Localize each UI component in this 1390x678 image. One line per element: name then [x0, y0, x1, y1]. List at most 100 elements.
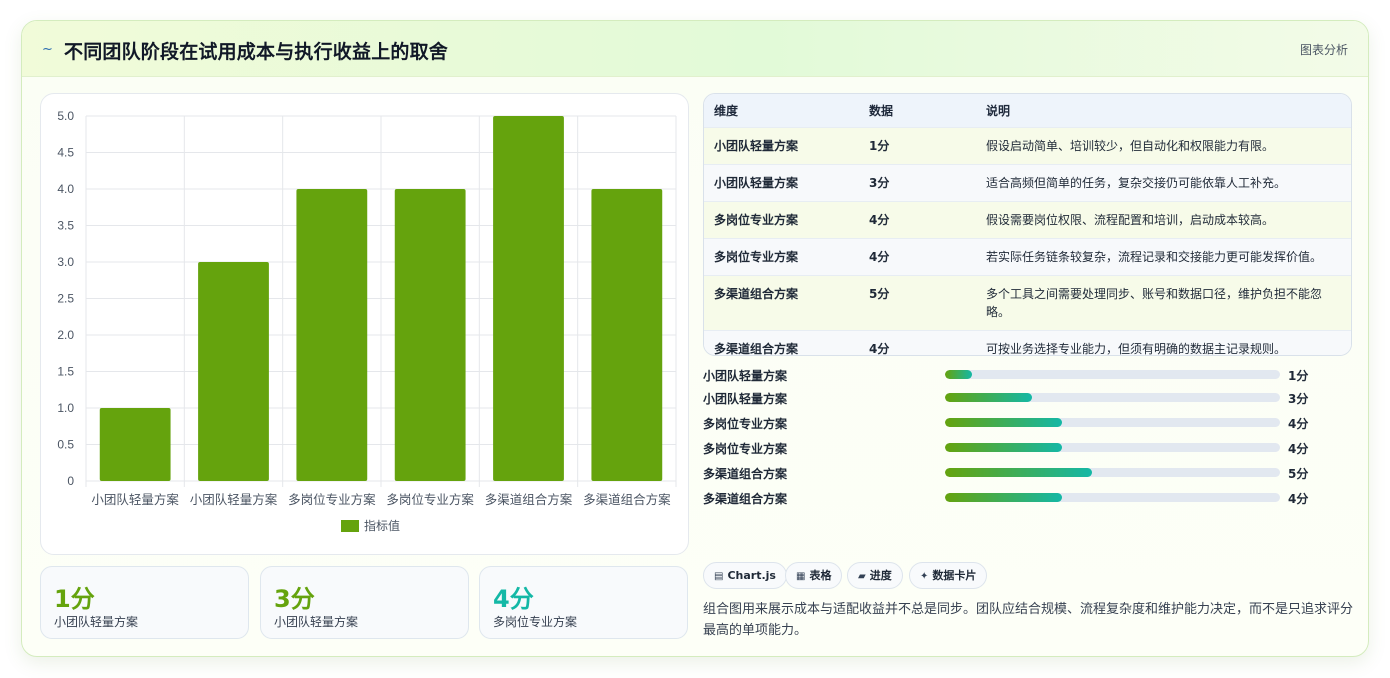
progress-value: 5分: [1288, 467, 1309, 481]
bar: [591, 189, 663, 481]
bar-chart-panel: 0 0.5 1.0 1.5 2.0 2.5 3.0 3.5 4.0 4.5 5.0 小团队轻量方案 小团…: [40, 93, 689, 555]
progress-value: 4分: [1288, 492, 1309, 506]
tag-label: Chart.js: [727, 569, 776, 582]
progress-value: 1分: [1288, 369, 1309, 383]
bar: [296, 189, 368, 481]
progress-value: 4分: [1288, 442, 1309, 456]
chart-icon: ▤: [714, 571, 724, 582]
description-text: 组合图用来展示成本与适配收益并不总是同步。团队应结合规模、流程复杂度和维护能力决…: [703, 602, 1354, 638]
progress-track: [945, 493, 1280, 502]
progress-row: 多渠道组合方案 4分: [703, 488, 1343, 508]
x-tick-label: 多岗位专业方案: [386, 492, 474, 507]
y-tick-label: 1.0: [57, 401, 74, 415]
stat-value: 1分: [54, 585, 95, 613]
progress-track: [945, 370, 1280, 379]
bar: [493, 116, 564, 481]
stat-card: 3分 小团队轻量方案: [260, 566, 469, 639]
tag-label: 表格: [809, 569, 832, 582]
progress-fill: [945, 393, 1033, 402]
tag-data-cards[interactable]: ✦ 数据卡片: [909, 562, 988, 589]
bar: [198, 262, 269, 481]
x-tick-label: 小团队轻量方案: [91, 492, 179, 507]
table-row: 多渠道组合方案 4分 可按业务选择专业能力，但须有明确的数据主记录规则。: [704, 329, 1351, 355]
progress-fill: [945, 493, 1063, 502]
bar: [394, 189, 466, 481]
progress-row: 多岗位专业方案 4分: [703, 438, 1343, 458]
y-tick-label: 3.0: [57, 255, 74, 269]
tag-table[interactable]: ▦ 表格: [785, 562, 843, 589]
cell-dimension: 小团队轻量方案: [704, 163, 859, 201]
progress-fill: [945, 443, 1063, 452]
progress-track: [945, 443, 1280, 452]
cell-dimension: 多渠道组合方案: [704, 329, 859, 355]
data-table: 维度 数据 说明 小团队轻量方案 1分 假设启动简单、培训较少，但自动化和权限能…: [703, 93, 1352, 356]
bar: [99, 408, 171, 481]
stat-label: 多岗位专业方案: [493, 615, 578, 629]
progress-fill: [945, 418, 1063, 427]
progress-label: 多渠道组合方案: [703, 467, 788, 481]
cell-data: 4分: [859, 237, 976, 275]
column-header: 数据: [869, 103, 894, 118]
y-tick-label: 4.0: [57, 182, 74, 196]
x-tick-label: 小团队轻量方案: [190, 492, 278, 507]
tag-chartjs[interactable]: ▤ Chart.js: [703, 562, 787, 589]
y-tick-label: 2.5: [57, 292, 74, 306]
sparkle-icon: ✦: [920, 571, 929, 582]
legend-swatch: [341, 520, 359, 532]
progress-row: 多渠道组合方案 5分: [703, 463, 1343, 483]
tag-progress[interactable]: ▰ 进度: [847, 562, 903, 589]
progress-value: 4分: [1288, 417, 1309, 431]
progress-track: [945, 393, 1280, 402]
progress-row: 多岗位专业方案 4分: [703, 413, 1343, 433]
x-tick-label: 多渠道组合方案: [583, 492, 671, 507]
progress-row: 小团队轻量方案 3分: [703, 388, 1343, 408]
page-title: 不同团队阶段在试用成本与执行收益上的取舍: [64, 41, 449, 63]
tag-label: 数据卡片: [932, 569, 977, 582]
stat-label: 小团队轻量方案: [54, 615, 139, 629]
progress-value: 3分: [1288, 392, 1309, 406]
table-row: 小团队轻量方案 1分 假设启动简单、培训较少，但自动化和权限能力有限。: [704, 126, 1351, 164]
y-tick-label: 5.0: [57, 109, 74, 123]
chart-trend-icon: ~: [42, 42, 53, 57]
progress-fill: [945, 468, 1093, 477]
progress-icon: ▰: [858, 571, 866, 582]
x-tick-label: 多渠道组合方案: [485, 492, 573, 507]
y-tick-label: 2.0: [57, 328, 74, 342]
tag-label: 进度: [869, 569, 892, 582]
cell-data: 4分: [859, 329, 976, 355]
cell-dimension: 多渠道组合方案: [704, 274, 859, 330]
cell-note: 假设启动简单、培训较少，但自动化和权限能力有限。: [976, 126, 1351, 164]
progress-row: 小团队轻量方案 1分: [703, 365, 1343, 385]
cell-data: 4分: [859, 200, 976, 238]
y-tick-label: 1.5: [57, 365, 74, 379]
cell-data: 5分: [859, 274, 976, 330]
cell-dimension: 小团队轻量方案: [704, 126, 859, 164]
progress-track: [945, 418, 1280, 427]
cell-note: 假设需要岗位权限、流程配置和培训，启动成本较高。: [976, 200, 1351, 238]
column-header: 维度: [714, 103, 739, 118]
analysis-card: ~ 不同团队阶段在试用成本与执行收益上的取舍 图表分析 0 0.5 1.0 1.5 2.…: [21, 20, 1369, 657]
progress-label: 小团队轻量方案: [703, 392, 788, 406]
legend-label: 指标值: [364, 518, 400, 533]
cell-note: 若实际任务链条较复杂，流程记录和交接能力更可能发挥价值。: [976, 237, 1351, 275]
y-tick-label: 3.5: [57, 219, 74, 233]
stat-value: 3分: [274, 585, 315, 613]
cell-data: 1分: [859, 126, 976, 164]
progress-track: [945, 468, 1280, 477]
progress-fill: [945, 370, 972, 379]
cell-data: 3分: [859, 163, 976, 201]
card-header: ~ 不同团队阶段在试用成本与执行收益上的取舍 图表分析: [22, 21, 1368, 77]
stat-value: 4分: [493, 585, 534, 613]
table-header-row: 维度 数据 说明: [704, 94, 1351, 127]
table-icon: ▦: [796, 571, 806, 582]
cell-note: 多个工具之间需要处理同步、账号和数据口径，维护负担不能忽略。: [976, 274, 1351, 330]
y-tick-label: 0: [67, 474, 74, 488]
stat-card: 1分 小团队轻量方案: [40, 566, 249, 639]
cell-dimension: 多岗位专业方案: [704, 200, 859, 238]
cell-note: 适合高频但简单的任务，复杂交接仍可能依靠人工补充。: [976, 163, 1351, 201]
table-row: 多渠道组合方案 5分 多个工具之间需要处理同步、账号和数据口径，维护负担不能忽略…: [704, 274, 1351, 330]
table-row: 多岗位专业方案 4分 假设需要岗位权限、流程配置和培训，启动成本较高。: [704, 200, 1351, 238]
stat-card: 4分 多岗位专业方案: [479, 566, 688, 639]
bar-chart: 0 0.5 1.0 1.5 2.0 2.5 3.0 3.5 4.0 4.5 5.0 小团队轻量方案 小团…: [57, 109, 677, 533]
header-label: 图表分析: [1299, 43, 1348, 57]
